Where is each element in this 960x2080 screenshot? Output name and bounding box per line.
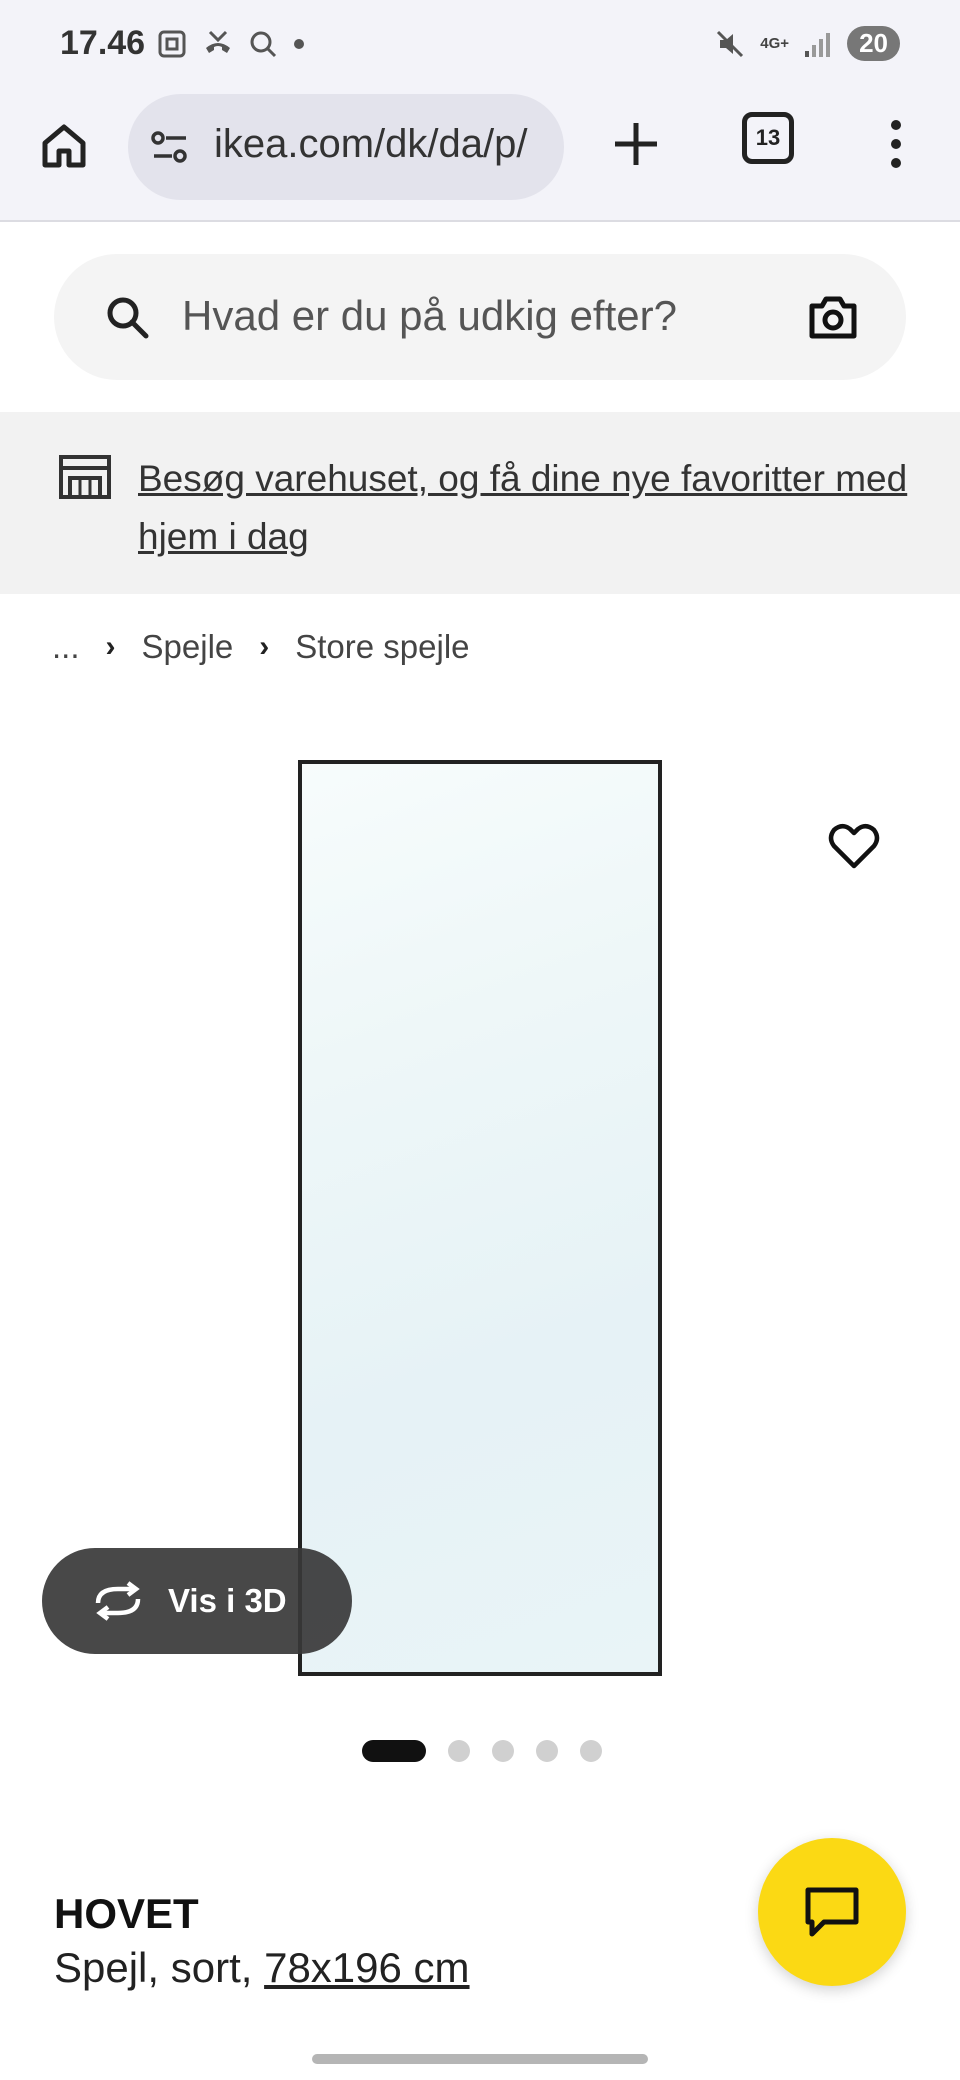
screenshot-icon: [158, 30, 186, 58]
url-text: ikea.com/dk/da/p/: [214, 122, 528, 166]
search-input[interactable]: Hvad er du på udkig efter?: [54, 254, 906, 380]
view-in-3d-button[interactable]: Vis i 3D: [42, 1548, 352, 1654]
site-settings-icon[interactable]: [150, 130, 190, 166]
search-placeholder: Hvad er du på udkig efter?: [182, 292, 677, 339]
carousel-dot[interactable]: [362, 1740, 426, 1762]
signal-icon: [805, 32, 831, 57]
tab-switcher-button[interactable]: 13: [742, 112, 794, 164]
store-visit-link[interactable]: Besøg varehuset, og få dine nye favoritt…: [138, 450, 918, 566]
home-button[interactable]: [36, 116, 92, 176]
product-image[interactable]: [298, 760, 662, 1676]
breadcrumb: ... › Spejle › Store spejle: [52, 628, 470, 666]
product-size-link[interactable]: 78x196 cm: [264, 1944, 469, 1991]
store-visit-banner: Besøg varehuset, og få dine nye favoritt…: [0, 412, 960, 594]
search-status-icon: [250, 31, 277, 58]
mute-icon: [717, 30, 744, 57]
plus-icon: [615, 123, 657, 165]
menu-dot: [891, 158, 901, 168]
status-icons-left: [156, 28, 306, 60]
browser-menu-button[interactable]: [874, 114, 918, 174]
missed-call-icon: [206, 30, 230, 53]
store-icon: [59, 455, 111, 499]
battery-indicator: 20: [847, 26, 900, 61]
rotate-3d-icon: [95, 1581, 141, 1621]
carousel-dot[interactable]: [536, 1740, 558, 1762]
gesture-nav-handle[interactable]: [312, 2054, 648, 2064]
carousel-dot[interactable]: [492, 1740, 514, 1762]
camera-search-icon[interactable]: [808, 294, 858, 340]
carousel-dot[interactable]: [448, 1740, 470, 1762]
chevron-right-icon: ›: [259, 630, 270, 663]
carousel-dot[interactable]: [580, 1740, 602, 1762]
favorite-heart-icon[interactable]: [826, 818, 882, 874]
browser-toolbar: ikea.com/dk/da/p/ 13: [0, 92, 960, 222]
breadcrumb-item-store-spejle[interactable]: Store spejle: [295, 628, 469, 666]
search-icon: [107, 297, 149, 339]
chat-button[interactable]: [758, 1838, 906, 1986]
product-type: Spejl, sort,: [54, 1944, 265, 1991]
menu-dot: [891, 139, 901, 149]
status-bar: 17.46 4G+ 20: [0, 0, 960, 92]
notification-dot-icon: [294, 39, 304, 49]
view-in-3d-label: Vis i 3D: [168, 1582, 287, 1619]
breadcrumb-ellipsis[interactable]: ...: [52, 628, 80, 666]
product-description: Spejl, sort, 78x196 cm: [54, 1944, 470, 1992]
address-bar[interactable]: ikea.com/dk/da/p/: [128, 94, 564, 200]
new-tab-button[interactable]: [606, 114, 666, 174]
home-icon: [42, 124, 86, 168]
status-icons-right: 4G+ 20: [714, 26, 900, 61]
status-time: 17.46: [60, 24, 146, 62]
menu-dot: [891, 120, 901, 130]
breadcrumb-item-spejle[interactable]: Spejle: [142, 628, 234, 666]
product-name: HOVET: [54, 1890, 199, 1937]
image-carousel-indicator: [362, 1740, 602, 1762]
network-type: 4G+: [760, 35, 790, 52]
chat-icon: [805, 1887, 859, 1937]
chevron-right-icon: ›: [105, 630, 116, 663]
